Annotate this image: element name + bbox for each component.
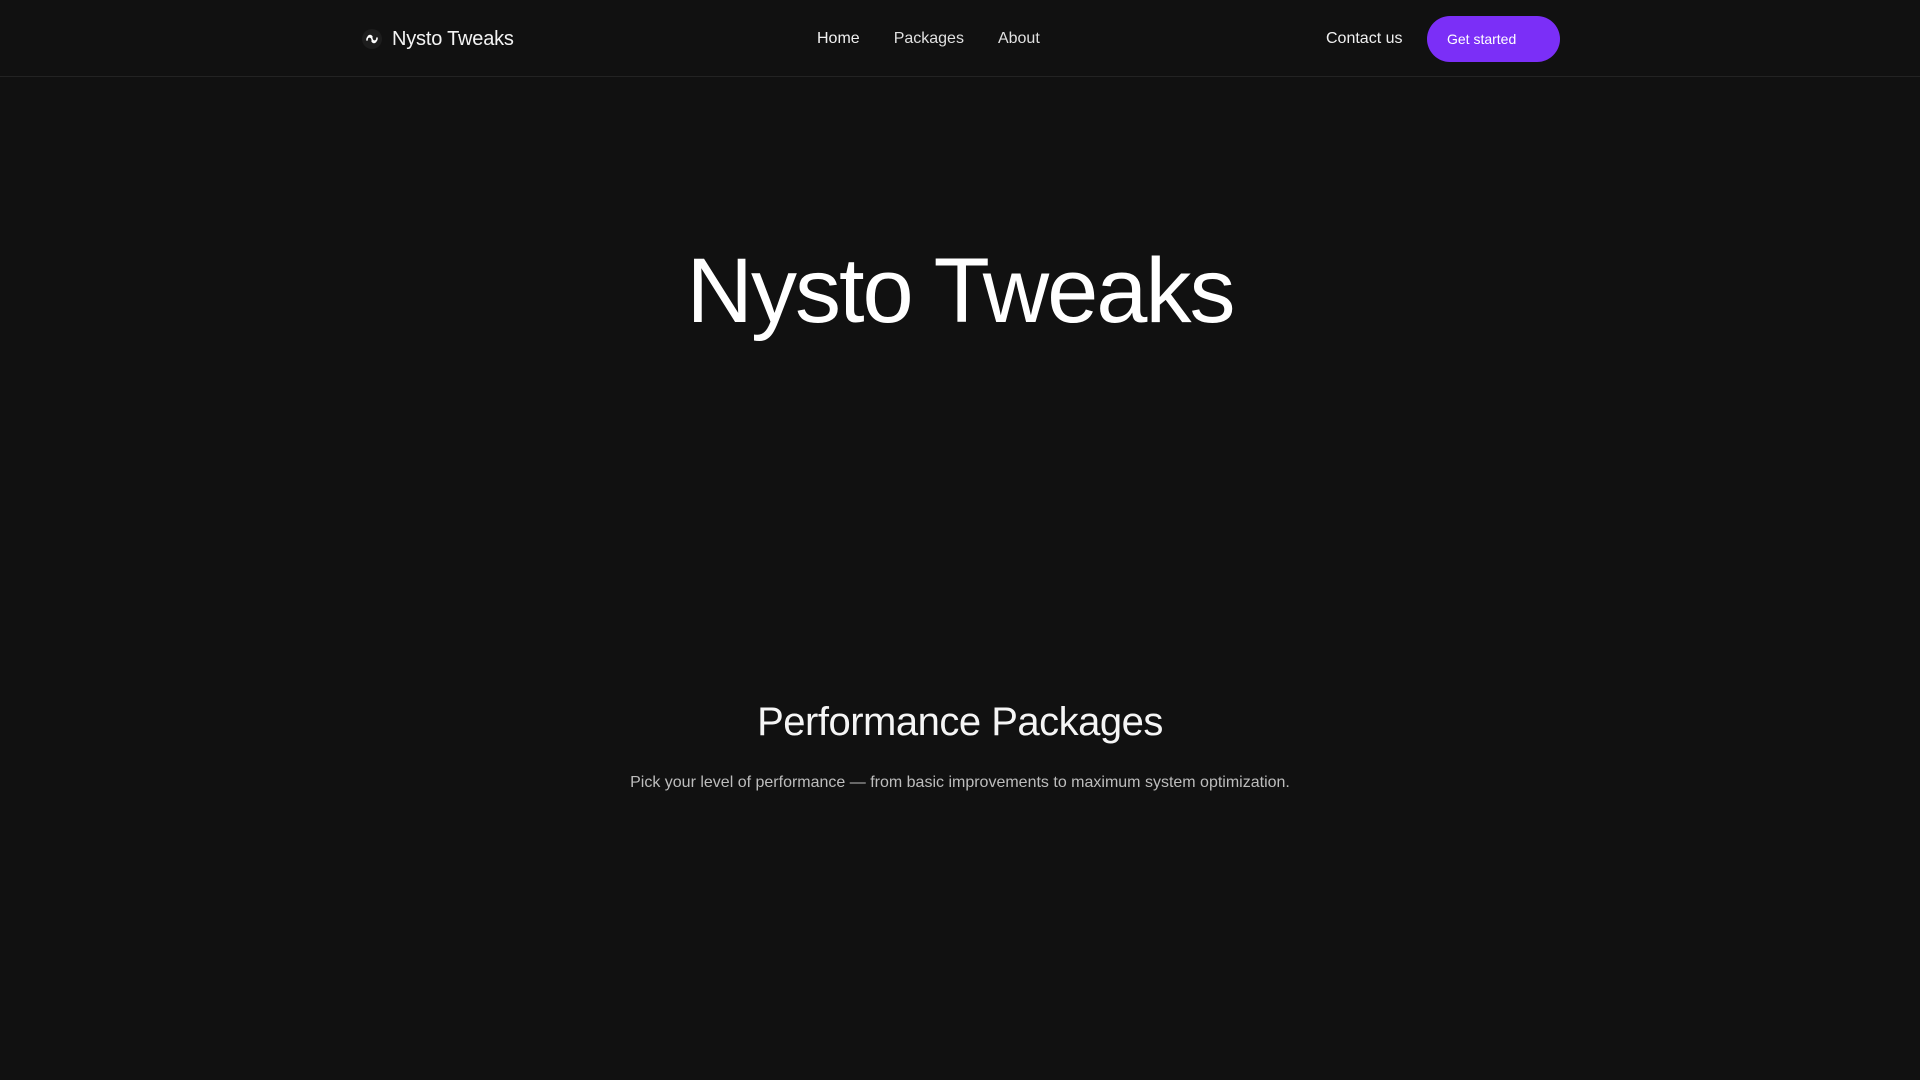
hero-title: Nysto Tweaks [686,240,1236,342]
packages-title: Performance Packages [757,700,1163,744]
nav-link-home[interactable]: Home [817,28,860,50]
contact-us-link[interactable]: Contact us [1326,28,1402,50]
main-nav: Home Packages About [817,28,1040,50]
packages-subtitle: Pick your level of performance — from ba… [630,774,1290,791]
page: Nysto Tweaks Home Packages About Contact… [0,0,1920,1080]
brand-name: Nysto Tweaks [392,27,514,50]
nav-link-about[interactable]: About [998,28,1040,50]
top-navbar: Nysto Tweaks Home Packages About Contact… [0,0,1920,77]
get-started-button[interactable]: Get started [1427,16,1560,62]
brand-home-link[interactable]: Nysto Tweaks [362,24,514,54]
swirl-logo-icon [362,29,382,49]
nav-link-packages[interactable]: Packages [894,28,964,50]
